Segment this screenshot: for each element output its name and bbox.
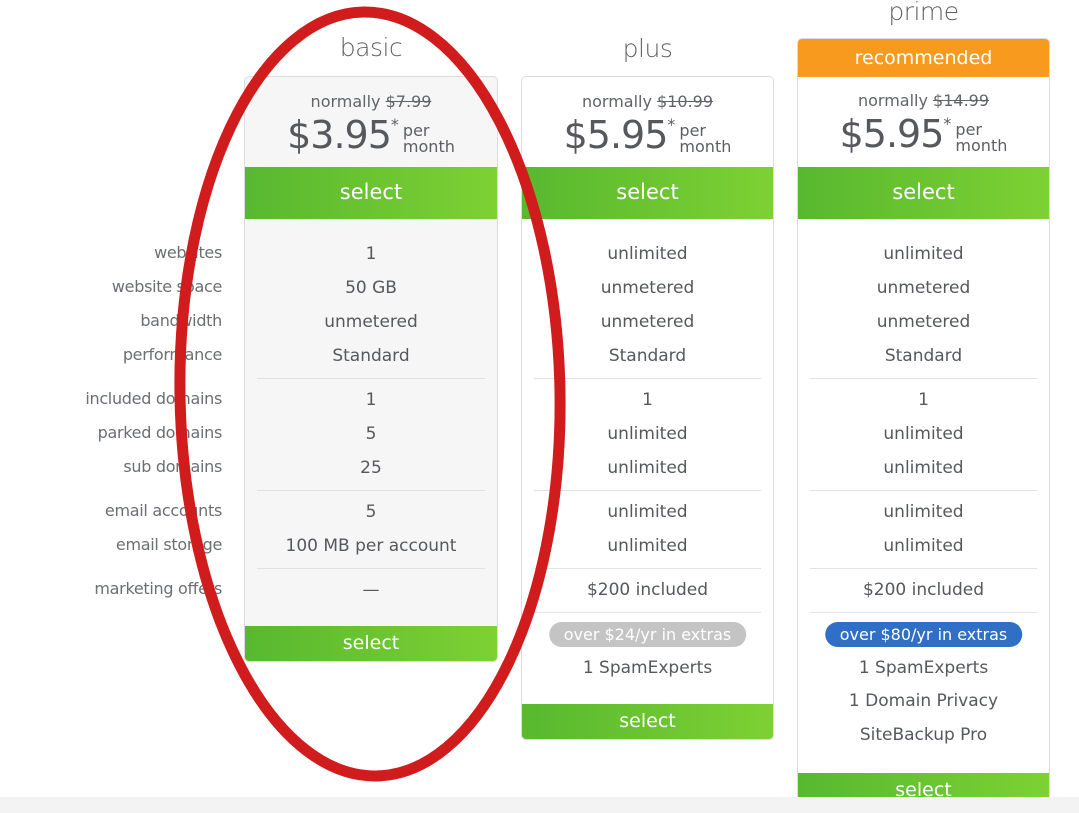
divider — [534, 378, 761, 379]
page-bottom-edge — [0, 797, 1079, 813]
extra-item: 1 SpamExperts — [858, 658, 989, 678]
feature-value: unlimited — [607, 244, 688, 264]
divider — [534, 612, 761, 613]
divider — [257, 568, 485, 569]
feature-label: email accounts — [104, 501, 222, 520]
divider — [810, 568, 1037, 569]
recommended-ribbon: recommended — [798, 39, 1049, 77]
divider — [810, 612, 1037, 613]
feature-value: unlimited — [607, 458, 688, 478]
feature-label: bandwidth — [140, 311, 222, 330]
plan-price: $3.95* per month — [287, 113, 455, 157]
feature-value: unlimited — [883, 502, 964, 522]
price-period: per month — [679, 121, 732, 156]
price-period: per month — [955, 120, 1008, 155]
divider — [810, 378, 1037, 379]
plan-price: $5.95* per month — [563, 113, 732, 157]
plan-title-plus: plus — [622, 34, 673, 63]
feature-value: unmetered — [600, 312, 695, 332]
feature-value: unmetered — [600, 278, 695, 298]
select-button-basic-top[interactable]: select — [245, 167, 497, 219]
extra-item: 1 SpamExperts — [582, 658, 713, 678]
feature-value: 1 — [365, 244, 377, 264]
extras-badge: over $80/yr in extras — [824, 622, 1023, 647]
feature-value: 1 — [642, 390, 653, 410]
divider — [810, 490, 1037, 491]
feature-value: 100 MB per account — [285, 536, 457, 556]
price-amount: $5.95 — [563, 113, 669, 157]
feature-value: 25 — [360, 458, 382, 478]
old-price: $10.99 — [657, 92, 714, 111]
select-button-prime-top[interactable]: select — [798, 167, 1049, 219]
feature-value: 1 — [918, 390, 929, 410]
select-button-plus-bottom[interactable]: select — [522, 704, 773, 739]
feature-value: 1 — [365, 390, 377, 410]
plan-title-prime: prime — [888, 0, 959, 26]
feature-value: unlimited — [883, 458, 964, 478]
feature-value: $200 included — [586, 580, 709, 600]
divider — [257, 490, 485, 491]
feature-value: unmetered — [876, 278, 971, 298]
extra-item: SiteBackup Pro — [859, 725, 988, 745]
feature-label: parked domains — [97, 423, 223, 442]
select-button-basic-bottom[interactable]: select — [245, 626, 497, 661]
feature-label: marketing offers — [94, 579, 222, 598]
normal-price: normally $7.99 — [310, 92, 432, 111]
feature-value: unlimited — [607, 536, 688, 556]
feature-value: 5 — [365, 502, 377, 522]
price-amount: $3.95 — [287, 113, 392, 157]
feature-label: email storage — [115, 535, 222, 554]
feature-label: websites — [154, 243, 222, 262]
extras-badge: over $24/yr in extras — [548, 622, 747, 647]
feature-label: website space — [111, 277, 222, 296]
feature-label: included domains — [85, 389, 222, 408]
feature-value: $200 included — [862, 580, 985, 600]
plan-card-basic: normally $7.99 $3.95* per month select 1 5… — [244, 76, 498, 662]
feature-value: unmetered — [876, 312, 971, 332]
plan-price: $5.95* per month — [839, 112, 1008, 156]
feature-label: sub domains — [123, 457, 222, 476]
old-price: $7.99 — [385, 92, 432, 111]
plan-card-prime: recommended normally $14.99 $5.95* per mon… — [797, 38, 1050, 808]
old-price: $14.99 — [933, 91, 990, 110]
feature-value: unmetered — [324, 312, 418, 332]
select-button-plus-top[interactable]: select — [522, 167, 773, 219]
feature-value: 5 — [365, 424, 377, 444]
feature-value: — — [362, 580, 380, 600]
divider — [257, 378, 485, 379]
plan-title-basic: basic — [339, 33, 403, 62]
feature-value: unlimited — [883, 536, 964, 556]
feature-value: unlimited — [883, 244, 964, 264]
divider — [534, 490, 761, 491]
feature-value: Standard — [608, 346, 687, 366]
feature-value: 50 GB — [345, 278, 397, 298]
normal-price: normally $14.99 — [857, 91, 990, 110]
feature-value: Standard — [332, 346, 410, 366]
feature-value: unlimited — [883, 424, 964, 444]
feature-value: Standard — [884, 346, 963, 366]
normal-price: normally $10.99 — [581, 92, 714, 111]
price-amount: $5.95 — [839, 112, 945, 156]
feature-value: unlimited — [607, 424, 688, 444]
extra-item: 1 Domain Privacy — [848, 691, 999, 711]
price-period: per month — [402, 121, 455, 156]
feature-label: performance — [122, 345, 222, 364]
feature-value: unlimited — [607, 502, 688, 522]
divider — [534, 568, 761, 569]
plan-card-plus: normally $10.99 $5.95* per month select un… — [521, 76, 774, 740]
